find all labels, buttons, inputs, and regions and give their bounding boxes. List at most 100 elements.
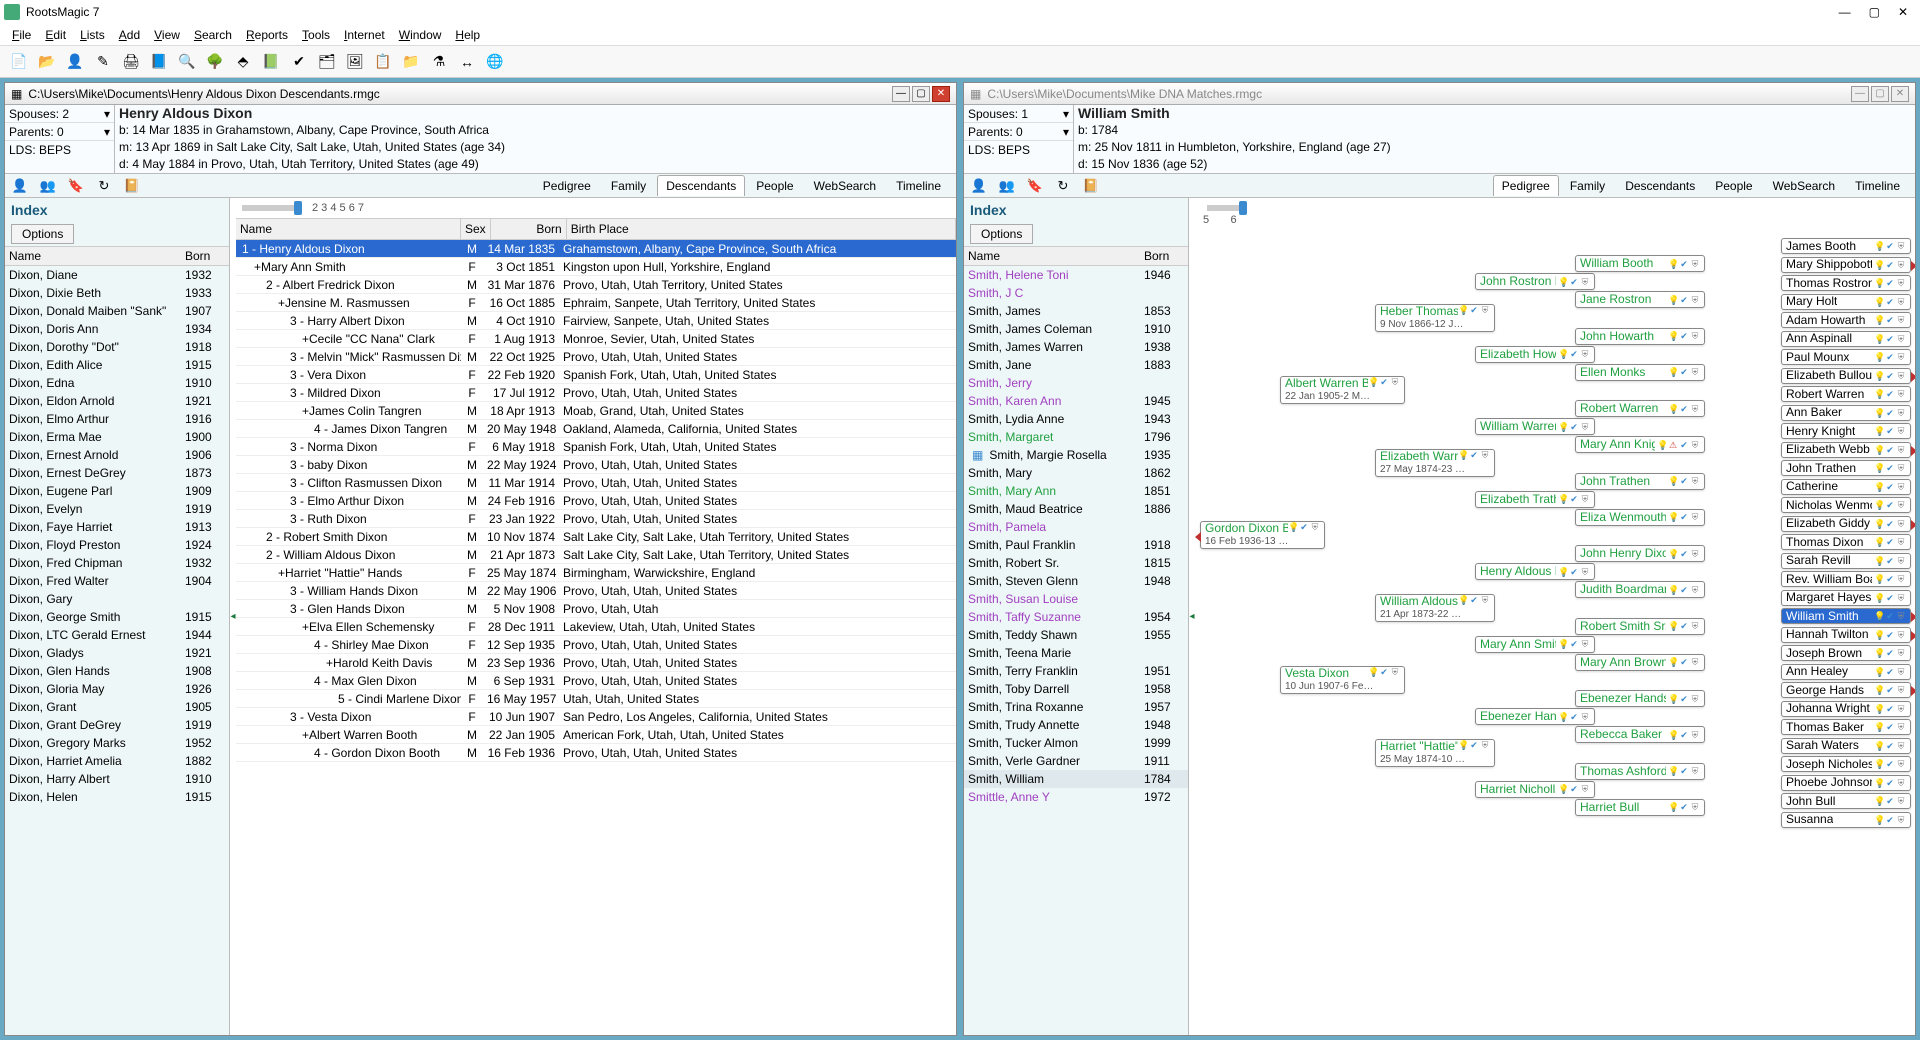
child-close[interactable]: ✕ <box>1891 86 1909 102</box>
refresh-icon[interactable]: ↻ <box>1054 177 1072 195</box>
pedigree-person[interactable]: Harriet "Hattie" Hands💡✔⛨25 May 1874-10 … <box>1375 739 1495 767</box>
pedigree-person[interactable]: Gordon Dixon Booth💡✔⛨16 Feb 1936-13 … <box>1200 521 1325 549</box>
desc-row[interactable]: 3 - Clifton Rasmussen Dixon M 11 Mar 191… <box>236 474 956 492</box>
tab-family[interactable]: Family <box>602 175 655 196</box>
index-row[interactable]: Smith, Taffy Suzanne1954 <box>964 608 1188 626</box>
minimize-button[interactable]: — <box>1839 5 1851 19</box>
share-icon[interactable]: ⚗ <box>428 51 450 73</box>
index-row[interactable]: Dixon, Eldon Arnold1921 <box>5 392 229 410</box>
pedigree-person[interactable]: Ebenezer Hands💡✔⛨ <box>1575 690 1705 707</box>
desc-row[interactable]: 4 - Gordon Dixon Booth M 16 Feb 1936 Pro… <box>236 744 956 762</box>
tree-icon[interactable]: 🌳 <box>204 51 226 73</box>
pedigree-person[interactable]: Elizabeth Bullough💡✔⛨ <box>1781 368 1911 384</box>
index-row[interactable]: Smith, Karen Ann1945 <box>964 392 1188 410</box>
index-row[interactable]: Dixon, Gary <box>5 590 229 608</box>
index-row[interactable]: Dixon, Gregory Marks1952 <box>5 734 229 752</box>
web-icon[interactable]: 🌐 <box>484 51 506 73</box>
continuation-indicator[interactable] <box>1911 446 1915 456</box>
desc-row[interactable]: +Harold Keith Davis M 23 Sep 1936 Provo,… <box>236 654 956 672</box>
continuation-indicator[interactable] <box>1911 686 1915 696</box>
pedigree-person[interactable]: Judith Boardman💡✔⛨ <box>1575 581 1705 598</box>
desc-row[interactable]: +Harriet "Hattie" Hands F 25 May 1874 Bi… <box>236 564 956 582</box>
print-icon[interactable]: 🖨 <box>120 51 142 73</box>
index-row[interactable]: Smith, James1853 <box>964 302 1188 320</box>
index-row[interactable]: Smith, Tucker Almon1999 <box>964 734 1188 752</box>
index-row[interactable]: Dixon, Grant1905 <box>5 698 229 716</box>
index-row[interactable]: Smith, Steven Glenn1948 <box>964 572 1188 590</box>
index-row[interactable]: Dixon, Gladys1921 <box>5 644 229 662</box>
pedigree-person[interactable]: Ebenezer Hands💡✔⛨ <box>1475 708 1595 725</box>
desc-row[interactable]: +Mary Ann Smith F 3 Oct 1851 Kingston up… <box>236 258 956 276</box>
pedigree-person[interactable]: Hannah Twilton💡✔⛨ <box>1781 627 1911 643</box>
pedigree-person[interactable]: Albert Warren Booth💡✔⛨22 Jan 1905-2 M… <box>1280 376 1405 404</box>
index-row[interactable]: Smittle, Anne Y1972 <box>964 788 1188 806</box>
tab-descendants[interactable]: Descendants <box>657 175 745 196</box>
index-row[interactable]: ▦Smith, Margie Rosella1935 <box>964 446 1188 464</box>
pedigree-person[interactable]: Elizabeth Trathen💡✔⛨ <box>1475 491 1595 508</box>
pedigree-person[interactable]: William Aldous Dixon💡✔⛨21 Apr 1873-22 … <box>1375 594 1495 622</box>
index-row[interactable]: Dixon, Ernest Arnold1906 <box>5 446 229 464</box>
pedigree-person[interactable]: John Henry Dixon💡✔⛨ <box>1575 545 1705 562</box>
pedigree-person[interactable]: Mary Ann Knight💡⚠✔⛨ <box>1575 436 1705 453</box>
index-row[interactable]: Smith, Mary1862 <box>964 464 1188 482</box>
pedigree-person[interactable]: Ann Baker💡✔⛨ <box>1781 405 1911 421</box>
continuation-indicator[interactable] <box>1911 261 1915 271</box>
index-row[interactable]: Dixon, Fred Chipman1932 <box>5 554 229 572</box>
pedigree-person[interactable]: Elizabeth Warren💡✔⛨27 May 1874-23 … <box>1375 449 1495 477</box>
pedigree-person[interactable]: Jane Rostron💡✔⛨ <box>1575 291 1705 308</box>
history-icon[interactable]: 📔 <box>1082 177 1100 195</box>
pedigree-person[interactable]: Ellen Monks💡✔⛨ <box>1575 364 1705 381</box>
index-row[interactable]: Dixon, Elmo Arthur1916 <box>5 410 229 428</box>
pedigree-person[interactable]: George Hands💡✔⛨ <box>1781 682 1911 698</box>
tab-people[interactable]: People <box>747 175 802 196</box>
parents-dropdown[interactable]: Parents: 0▾ <box>5 123 114 141</box>
spouses-dropdown[interactable]: Spouses: 1▾ <box>964 105 1073 123</box>
pedigree-person[interactable]: Robert Smith Sr.💡✔⛨ <box>1575 618 1705 635</box>
index-row[interactable]: Dixon, Floyd Preston1924 <box>5 536 229 554</box>
pedigree-person[interactable]: William Smith💡✔⛨ <box>1781 608 1911 624</box>
pedigree-person[interactable]: Margaret Hayes💡✔⛨ <box>1781 590 1911 606</box>
todo-icon[interactable]: 📋 <box>372 51 394 73</box>
pedigree-person[interactable]: Henry Aldous Dixon💡✔⛨ <box>1475 563 1595 580</box>
pedigree-person[interactable]: Elizabeth Giddy💡✔⛨ <box>1781 516 1911 532</box>
desc-row[interactable]: 3 - Melvin "Mick" Rasmussen Dixon M 22 O… <box>236 348 956 366</box>
pedigree-person[interactable]: William Warren💡✔⛨ <box>1475 418 1595 435</box>
index-row[interactable]: Dixon, Doris Ann1934 <box>5 320 229 338</box>
book-icon[interactable]: 📗 <box>260 51 282 73</box>
pedigree-person[interactable]: Thomas Baker💡✔⛨ <box>1781 719 1911 735</box>
desc-row[interactable]: 4 - James Dixon Tangren M 20 May 1948 Oa… <box>236 420 956 438</box>
pedigree-person[interactable]: Johanna Wright💡✔⛨ <box>1781 701 1911 717</box>
pedigree-person[interactable]: William Booth💡✔⛨ <box>1575 255 1705 272</box>
desc-row[interactable]: 2 - Albert Fredrick Dixon M 31 Mar 1876 … <box>236 276 956 294</box>
pedigree-person[interactable]: Ann Aspinall💡✔⛨ <box>1781 331 1911 347</box>
tab-descendants[interactable]: Descendants <box>1616 175 1704 196</box>
index-row[interactable]: Smith, James Coleman1910 <box>964 320 1188 338</box>
pedigree-person[interactable]: Robert Warren💡✔⛨ <box>1575 400 1705 417</box>
new-file-icon[interactable]: 📄 <box>8 51 30 73</box>
index-row[interactable]: Smith, Maud Beatrice1886 <box>964 500 1188 518</box>
publish-icon[interactable]: 📘 <box>148 51 170 73</box>
index-row[interactable]: Smith, Jerry <box>964 374 1188 392</box>
pedigree-person[interactable]: Vesta Dixon💡✔⛨10 Jun 1907-6 Fe… <box>1280 666 1405 694</box>
child-close[interactable]: ✕ <box>932 86 950 102</box>
index-row[interactable]: Dixon, Gloria May1926 <box>5 680 229 698</box>
index-list[interactable]: Dixon, Diane1932Dixon, Dixie Beth1933Dix… <box>5 266 229 1035</box>
pedigree-chart[interactable]: Gordon Dixon Booth💡✔⛨16 Feb 1936-13 … Alb… <box>1195 230 1915 1035</box>
tab-websearch[interactable]: WebSearch <box>805 175 885 196</box>
index-row[interactable]: Dixon, Erma Mae1900 <box>5 428 229 446</box>
pedigree-person[interactable]: Rebecca Baker💡✔⛨ <box>1575 726 1705 743</box>
descendants-table[interactable]: NameSex BornBirth Place 1 - Henry Aldous… <box>236 218 956 1035</box>
index-row[interactable]: Smith, Mary Ann1851 <box>964 482 1188 500</box>
desc-row[interactable]: +James Colin Tangren M 18 Apr 1913 Moab,… <box>236 402 956 420</box>
pedigree-person[interactable]: Susanna💡✔⛨ <box>1781 812 1911 828</box>
research-icon[interactable]: 📁 <box>400 51 422 73</box>
desc-row[interactable]: 1 - Henry Aldous Dixon M 14 Mar 1835 Gra… <box>236 240 956 258</box>
family-icon[interactable]: 👥 <box>39 177 57 195</box>
index-row[interactable]: Smith, Trudy Annette1948 <box>964 716 1188 734</box>
pedigree-person[interactable]: Sarah Revill💡✔⛨ <box>1781 553 1911 569</box>
continuation-indicator[interactable] <box>1911 520 1915 530</box>
pedigree-person[interactable]: John Bull💡✔⛨ <box>1781 793 1911 809</box>
tab-timeline[interactable]: Timeline <box>1846 175 1909 196</box>
index-row[interactable]: Dixon, Dorothy "Dot"1918 <box>5 338 229 356</box>
desc-row[interactable]: +Cecile "CC Nana" Clark F 1 Aug 1913 Mon… <box>236 330 956 348</box>
